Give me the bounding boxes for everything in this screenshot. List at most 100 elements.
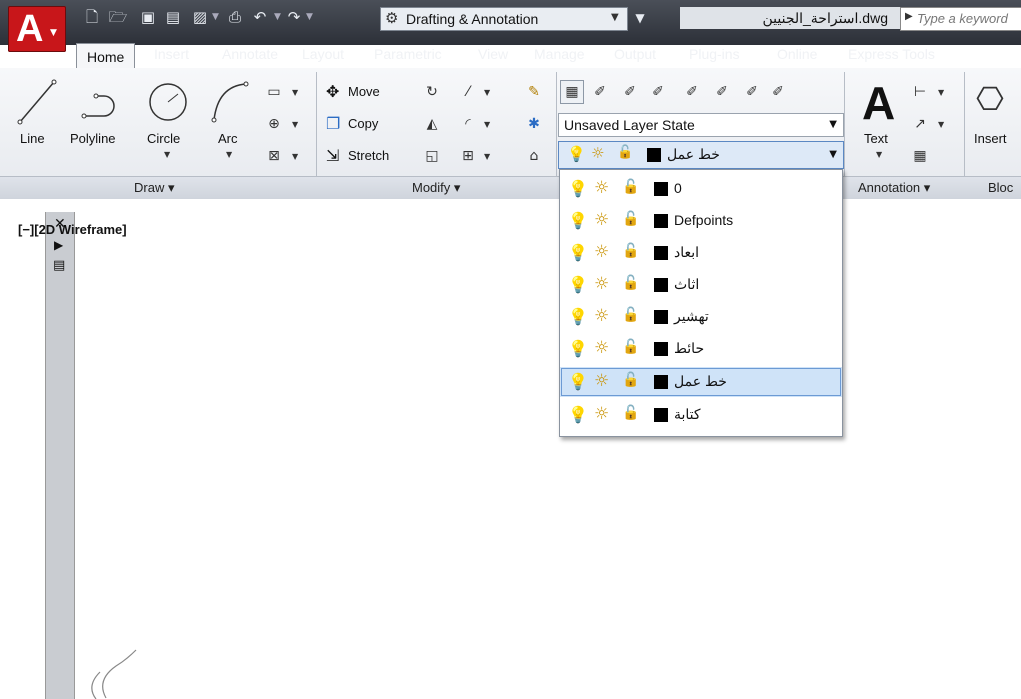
expand-palette-icon[interactable]: ▶ [54,238,63,252]
move-icon[interactable]: ✥ [326,82,339,101]
color-swatch[interactable] [654,342,668,356]
color-swatch[interactable] [654,375,668,389]
unlock-icon[interactable]: 🔓 [622,275,639,291]
chevron-down-icon[interactable]: ▼ [306,12,313,22]
modify-panel-title[interactable]: Modify ▾ [412,180,460,196]
expand-arrow-icon[interactable]: ▶ [905,11,913,22]
lightbulb-icon[interactable]: 💡 [568,339,588,358]
customize-toolbar-icon[interactable]: ▼ [630,9,650,27]
chevron-down-icon[interactable]: ▼ [292,120,298,129]
color-swatch[interactable] [654,278,668,292]
application-menu-button[interactable]: A ▼ [8,6,66,52]
tab-express-tools[interactable]: Express Tools [848,46,935,68]
boundary-icon[interactable]: ⊠ [262,144,286,168]
layer-isolate-icon[interactable]: ✐ [618,80,642,104]
unlock-icon[interactable]: 🔓 [622,211,639,227]
layer-properties-icon[interactable]: ▦ [560,80,584,104]
tab-online[interactable]: Online [777,46,817,68]
lightbulb-icon[interactable]: 💡 [568,179,588,198]
chevron-down-icon[interactable]: ▼ [226,150,232,159]
tab-parametric[interactable]: Parametric [374,46,442,68]
chevron-down-icon[interactable]: ▼ [484,88,490,97]
block-panel-title[interactable]: Bloc [988,180,1013,195]
sun-icon[interactable]: ☼ [594,242,609,262]
sun-icon[interactable]: ☼ [594,404,609,424]
circle-icon[interactable] [143,76,193,128]
text-icon[interactable]: A [862,76,895,130]
copy-icon[interactable]: ❐ [326,114,340,133]
chevron-down-icon[interactable]: ▼ [212,12,219,22]
save-as-icon[interactable]: ▤ [163,8,183,26]
layer-match-icon[interactable]: ✐ [740,80,764,104]
tab-output[interactable]: Output [614,46,656,68]
offset-icon[interactable]: ⌂ [522,144,546,168]
color-swatch[interactable] [654,182,668,196]
stretch-icon[interactable]: ⇲ [326,146,339,165]
unlock-icon[interactable]: 🔓 [622,243,639,259]
trim-icon[interactable]: ⁄ [456,80,480,104]
chevron-down-icon[interactable]: ▼ [274,12,281,22]
tab-insert[interactable]: Insert [154,46,189,68]
annotation-panel-title[interactable]: Annotation ▾ [858,180,930,196]
stretch-button[interactable]: Stretch [348,148,389,163]
chevron-down-icon[interactable]: ▼ [164,150,170,159]
color-swatch[interactable] [654,246,668,260]
arc-icon[interactable] [204,76,254,128]
text-button[interactable]: Text [864,131,888,146]
layer-row[interactable]: 💡 ☼ 🔓 حائط [560,334,842,364]
color-swatch[interactable] [654,214,668,228]
circle-button[interactable]: Circle [147,131,180,146]
tab-annotate[interactable]: Annotate [222,46,278,68]
explode-icon[interactable]: ✱ [522,112,546,136]
lightbulb-icon[interactable]: 💡 [568,243,588,262]
sun-icon[interactable]: ☼ [594,274,609,294]
save-icon[interactable]: ▣ [138,8,158,26]
unlock-icon[interactable]: 🔓 [622,339,639,355]
table-icon[interactable]: ▦ [908,144,932,168]
mirror-icon[interactable]: ◭ [420,112,444,136]
layer-previous-icon[interactable]: ✐ [766,80,790,104]
lightbulb-icon[interactable]: 💡 [568,275,588,294]
draw-panel-title[interactable]: Draw ▾ [134,180,174,196]
chevron-down-icon[interactable]: ▼ [876,150,882,159]
lightbulb-icon[interactable]: 💡 [568,405,588,424]
chevron-down-icon[interactable]: ▼ [484,152,490,161]
rotate-icon[interactable]: ↻ [420,80,444,104]
layer-state-combo[interactable]: Unsaved Layer State ▼ [558,113,844,137]
lightbulb-icon[interactable]: 💡 [568,211,588,230]
properties-icon[interactable]: ▤ [53,258,65,273]
sun-icon[interactable]: ☼ [594,178,609,198]
print-icon[interactable]: ⎙ [225,8,245,26]
color-swatch[interactable] [654,310,668,324]
layer-dropdown-list[interactable]: 💡 ☼ 🔓 0 💡 ☼ 🔓 Defpoints 💡 ☼ 🔓 ابعاد 💡 ☼ … [559,169,843,437]
tab-view[interactable]: View [478,46,508,68]
chevron-down-icon[interactable]: ▼ [484,120,490,129]
unlock-icon[interactable]: 🔓 [622,405,639,421]
sun-icon[interactable]: ☼ [594,371,609,391]
open-folder-icon[interactable]: 🗁 [108,8,128,26]
sun-icon[interactable]: ☼ [594,306,609,326]
unlock-icon[interactable]: 🔓 [622,372,639,388]
redo-icon[interactable]: ↷ [284,8,304,26]
leader-icon[interactable]: ↗ [908,112,932,136]
sun-icon[interactable]: ☼ [594,338,609,358]
plot-icon[interactable]: ▨ [190,8,210,26]
layer-row-selected[interactable]: 💡 ☼ 🔓 خط عمل [560,367,842,397]
layer-row[interactable]: 💡 ☼ 🔓 Defpoints [560,206,842,236]
undo-icon[interactable]: ↶ [250,8,270,26]
workspace-switcher[interactable]: ⚙ Drafting & Annotation ▼ [380,7,628,31]
lightbulb-icon[interactable]: 💡 [568,307,588,326]
line-icon[interactable] [14,76,60,128]
tab-home[interactable]: Home [76,43,136,70]
layer-lock-icon[interactable]: ✐ [710,80,734,104]
layer-unisolate-icon[interactable]: ✐ [646,80,670,104]
copy-button[interactable]: Copy [348,116,378,131]
unlock-icon[interactable]: 🔓 [622,307,639,323]
color-swatch[interactable] [654,408,668,422]
linear-dimension-icon[interactable]: ⊢ [908,80,932,104]
chevron-down-icon[interactable]: ▼ [292,88,298,97]
layer-row[interactable]: 💡 ☼ 🔓 0 [560,174,842,204]
chevron-down-icon[interactable]: ▼ [292,152,298,161]
polyline-button[interactable]: Polyline [70,131,116,146]
unlock-icon[interactable]: 🔓 [622,179,639,195]
